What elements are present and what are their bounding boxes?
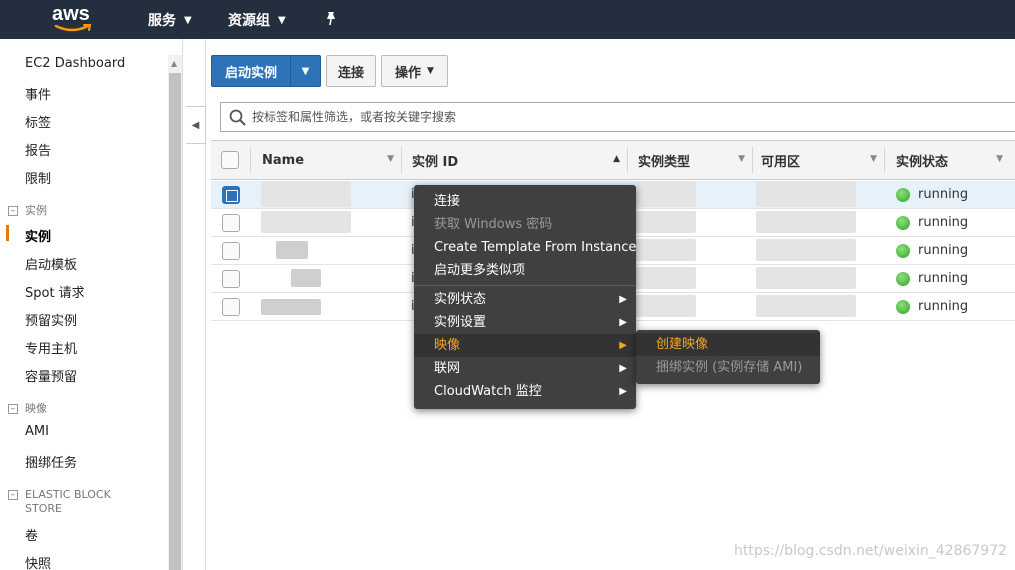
chevron-down-icon: ▼ (427, 66, 434, 76)
menu-separator (414, 285, 636, 286)
sidebar-item-ec2-dashboard[interactable]: EC2 Dashboard (25, 56, 125, 71)
services-label: 服务 (148, 13, 176, 29)
search-icon (229, 109, 246, 126)
launch-instance-label: 启动实例 (224, 65, 277, 81)
sidebar-item-snapshots[interactable]: 快照 (25, 553, 51, 570)
services-menu[interactable]: 服务 ▼ (148, 10, 192, 30)
chevron-right-icon: ▶ (619, 340, 627, 351)
sidebar-item-tags[interactable]: 标签 (25, 112, 51, 131)
chevron-right-icon: ▶ (619, 363, 627, 374)
menu-item-cloudwatch-monitoring[interactable]: CloudWatch 监控 ▶ (414, 380, 636, 403)
sidebar-scrollbar[interactable]: ▲ (168, 55, 182, 570)
resource-groups-label: 资源组 (228, 13, 270, 29)
sidebar-item-capacity-reservations[interactable]: 容量预留 (25, 366, 77, 385)
chevron-right-icon: ▶ (619, 294, 627, 305)
scroll-up-icon[interactable]: ▲ (171, 59, 177, 68)
sidebar-nav: EC2 Dashboard 事件 标签 报告 限制 – 实例 实例 启动模板 S… (0, 39, 183, 570)
sidebar-item-ami[interactable]: AMI (25, 424, 49, 439)
sidebar-item-volumes[interactable]: 卷 (25, 525, 38, 544)
sort-icon: ▼ (387, 154, 394, 164)
pin-icon[interactable] (324, 11, 338, 27)
column-header-name[interactable]: Name ▼ (262, 141, 402, 179)
search-input[interactable] (252, 110, 952, 124)
select-all-checkbox[interactable] (221, 151, 239, 169)
menu-item-networking[interactable]: 联网 ▶ (414, 357, 636, 380)
sidebar-item-events[interactable]: 事件 (25, 84, 51, 103)
submenu-item-bundle-instance: 捆绑实例 (实例存储 AMI) (656, 360, 803, 375)
row-checkbox[interactable] (222, 186, 240, 204)
chevron-down-icon: ▼ (278, 14, 286, 26)
status-badge: running (896, 271, 968, 286)
caret-down-icon[interactable]: ▼ (291, 66, 320, 77)
row-checkbox[interactable] (222, 242, 240, 260)
sidebar-item-dedicated-hosts[interactable]: 专用主机 (25, 338, 77, 357)
aws-logo[interactable]: aws (52, 3, 96, 35)
menu-item-get-windows-password: 获取 Windows 密码 (434, 217, 553, 232)
column-header-instance-type[interactable]: 实例类型 ▼ (638, 141, 753, 179)
status-badge: running (896, 243, 968, 258)
instances-table-header: Name ▼ 实例 ID ▲ 实例类型 ▼ 可用区 ▼ 实例状态 ▼ (211, 140, 1015, 180)
sidebar-item-launch-templates[interactable]: 启动模板 (25, 254, 77, 273)
chevron-right-icon: ▶ (619, 386, 627, 397)
sidebar-section-images[interactable]: – 映像 (8, 402, 47, 416)
sidebar-section-ebs[interactable]: – ELASTIC BLOCK STORE (8, 488, 135, 516)
collapse-icon: – (8, 490, 18, 500)
sort-ascending-icon: ▲ (613, 154, 620, 164)
collapse-icon: – (8, 404, 18, 414)
submenu-item-create-image[interactable]: 创建映像 (636, 333, 820, 356)
status-badge: running (896, 299, 968, 314)
actions-button[interactable]: 操作 ▼ (381, 55, 448, 87)
sort-icon: ▼ (870, 154, 877, 164)
sidebar-collapse-button[interactable]: ◀ (186, 106, 206, 144)
launch-instance-button[interactable]: 启动实例 ▼ (211, 55, 321, 87)
sort-icon: ▼ (738, 154, 745, 164)
row-checkbox[interactable] (222, 214, 240, 232)
sidebar-item-bundle-tasks[interactable]: 捆绑任务 (25, 452, 77, 471)
sidebar-section-instances[interactable]: – 实例 (8, 204, 47, 218)
status-badge: running (896, 187, 968, 202)
column-header-instance-id[interactable]: 实例 ID ▲ (412, 141, 628, 179)
top-nav-bar: aws 服务 ▼ 资源组 ▼ (0, 0, 1015, 39)
sidebar-item-reserved-instances[interactable]: 预留实例 (25, 310, 77, 329)
active-indicator (6, 225, 9, 241)
running-status-icon (896, 299, 910, 314)
menu-item-launch-more-like-this[interactable]: 启动更多类似项 (414, 259, 636, 282)
menu-item-instance-state[interactable]: 实例状态 ▶ (414, 288, 636, 311)
running-status-icon (896, 243, 910, 258)
running-status-icon (896, 215, 910, 230)
chevron-down-icon: ▼ (184, 14, 192, 26)
menu-item-connect[interactable]: 连接 (414, 190, 636, 213)
actions-label: 操作 (395, 65, 422, 81)
row-checkbox[interactable] (222, 270, 240, 288)
collapse-icon: – (8, 206, 18, 216)
connect-button[interactable]: 连接 (326, 55, 376, 87)
row-checkbox[interactable] (222, 298, 240, 316)
running-status-icon (896, 187, 910, 202)
chevron-right-icon: ▶ (619, 317, 627, 328)
watermark-text: https://blog.csdn.net/weixin_42867972 (734, 543, 1008, 559)
menu-item-create-template[interactable]: Create Template From Instance (414, 236, 636, 259)
resource-groups-menu[interactable]: 资源组 ▼ (228, 10, 286, 30)
column-header-instance-state[interactable]: 实例状态 ▼ (896, 141, 1011, 179)
chevron-left-icon: ◀ (191, 119, 200, 131)
column-header-availability-zone[interactable]: 可用区 ▼ (761, 141, 885, 179)
menu-item-instance-settings[interactable]: 实例设置 ▶ (414, 311, 636, 334)
status-badge: running (896, 215, 968, 230)
sidebar-item-limits[interactable]: 限制 (25, 168, 51, 187)
image-submenu: 创建映像 捆绑实例 (实例存储 AMI) (636, 330, 820, 384)
running-status-icon (896, 271, 910, 286)
sidebar-item-instances[interactable]: 实例 (25, 226, 51, 245)
filter-search-box[interactable] (220, 102, 1015, 132)
instance-context-menu: 连接 获取 Windows 密码 Create Template From In… (414, 185, 636, 409)
sidebar-item-reports[interactable]: 报告 (25, 140, 51, 159)
aws-smile-icon (54, 24, 92, 32)
menu-item-image[interactable]: 映像 ▶ (414, 334, 636, 357)
scrollbar-thumb[interactable] (169, 73, 181, 570)
sort-icon: ▼ (996, 154, 1003, 164)
sidebar-item-spot-requests[interactable]: Spot 请求 (25, 282, 85, 301)
